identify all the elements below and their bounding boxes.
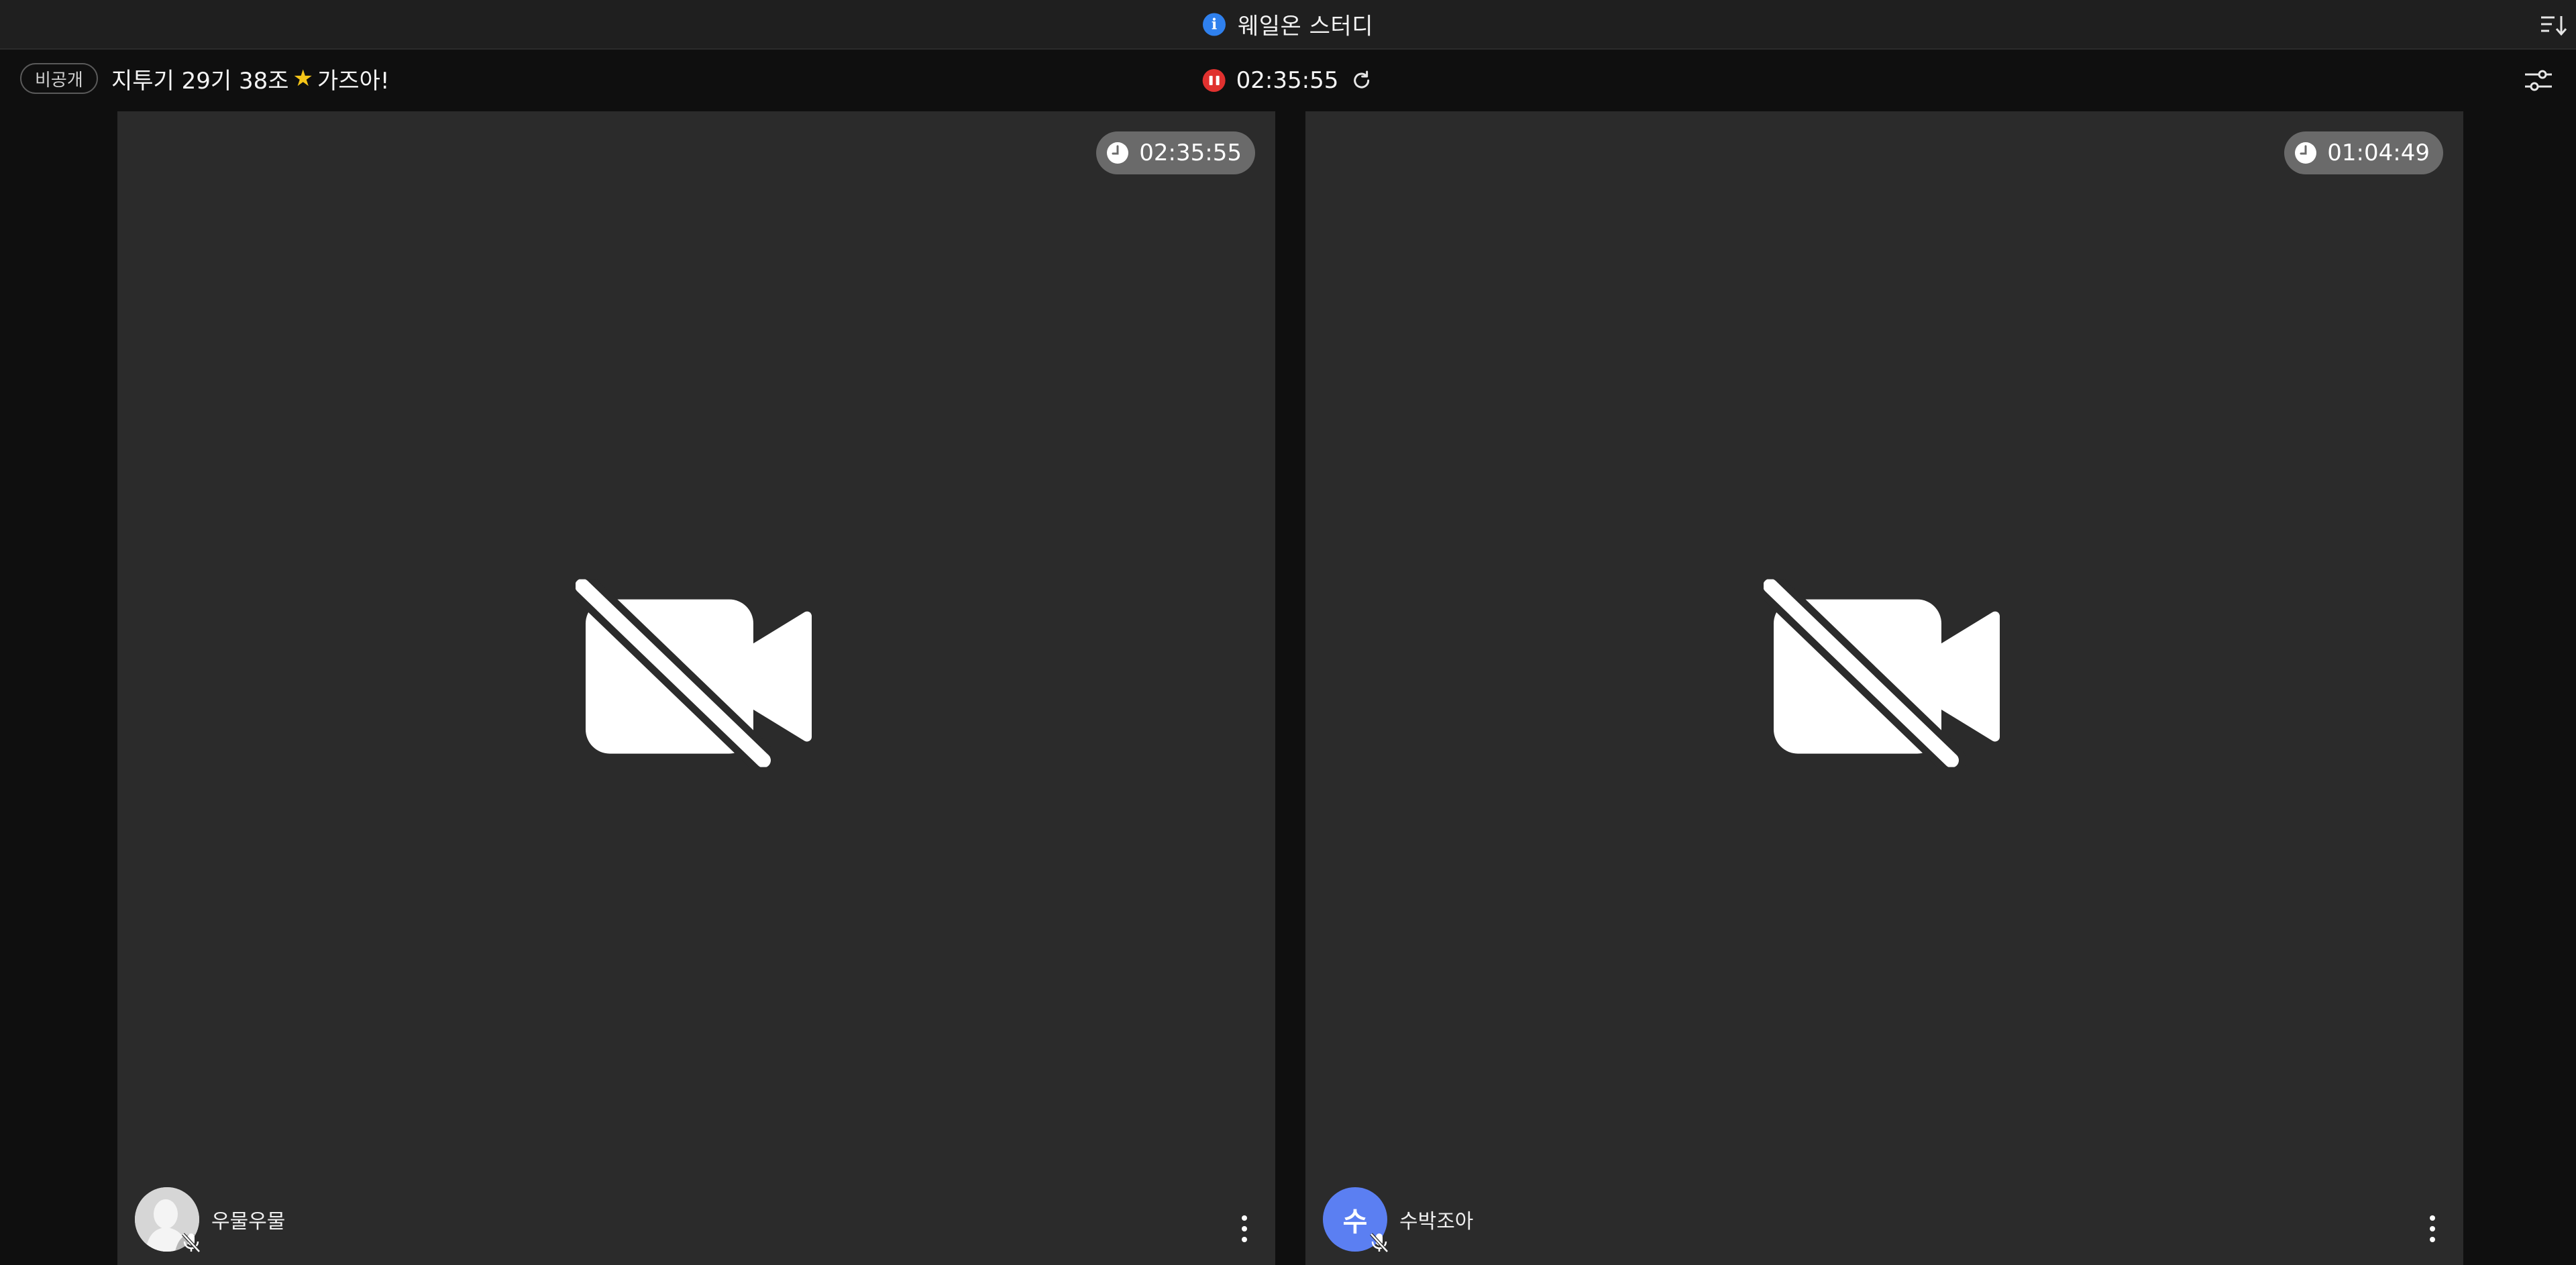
camera-off-icon — [1764, 579, 2000, 767]
participant-info: 우물우물 — [135, 1187, 286, 1253]
avatar[interactable]: 수 — [1323, 1187, 1389, 1253]
clock-icon — [1107, 142, 1129, 164]
room-name-text: 지투기 29기 38조 — [111, 67, 289, 95]
settings-icon[interactable] — [2521, 63, 2556, 98]
visibility-badge: 비공개 — [20, 63, 98, 94]
room-timer: 02:35:55 — [1202, 67, 1374, 94]
room-name-suffix: 가즈아! — [317, 67, 390, 95]
camera-off-icon — [576, 579, 812, 767]
room-name: 지투기 29기 38조 ★ 가즈아! — [111, 63, 390, 95]
app-title: 웨일온 스터디 — [1238, 13, 1373, 40]
participant-name: 우물우물 — [211, 1210, 286, 1233]
star-icon: ★ — [292, 65, 314, 92]
title-bar: i 웨일온 스터디 — [0, 0, 2576, 50]
avatar[interactable] — [135, 1187, 201, 1253]
more-options-icon[interactable] — [1240, 1215, 1248, 1242]
clock-icon — [2295, 142, 2317, 164]
elapsed-time: 02:35:55 — [1236, 67, 1339, 94]
info-icon[interactable]: i — [1203, 13, 1226, 36]
study-time-pill: 02:35:55 — [1096, 131, 1255, 174]
refresh-icon[interactable] — [1349, 68, 1373, 93]
study-time-pill: 01:04:49 — [2284, 131, 2443, 174]
sort-icon[interactable] — [2538, 9, 2571, 42]
mic-off-icon — [1370, 1233, 1389, 1253]
study-time: 01:04:49 — [2327, 140, 2430, 166]
mic-off-icon — [182, 1233, 201, 1253]
more-options-icon[interactable] — [2428, 1215, 2436, 1242]
pause-icon[interactable] — [1202, 69, 1226, 92]
title-group: i 웨일온 스터디 — [1203, 8, 1373, 41]
participant-info: 수 수박조아 — [1323, 1187, 1474, 1253]
participant-tile[interactable]: 01:04:49 수 수박조아 — [1305, 111, 2463, 1265]
participant-tile[interactable]: 02:35:55 우물우물 — [117, 111, 1275, 1265]
study-time: 02:35:55 — [1139, 140, 1242, 166]
room-toolbar: 비공개 지투기 29기 38조 ★ 가즈아! 02:35:55 — [0, 50, 2576, 111]
participant-name: 수박조아 — [1399, 1210, 1474, 1233]
